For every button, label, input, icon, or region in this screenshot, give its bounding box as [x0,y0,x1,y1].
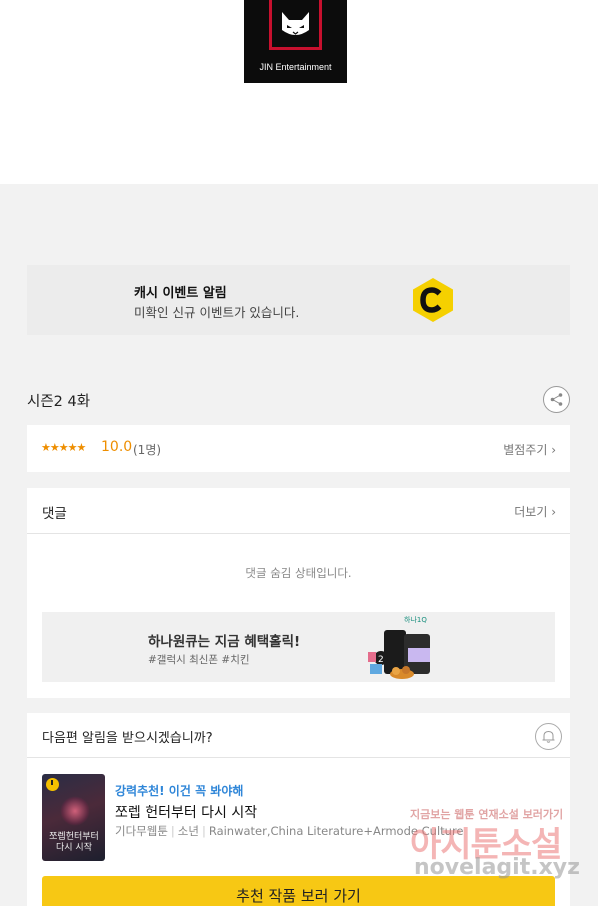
comments-hidden-message: 댓글 숨김 상태입니다. [245,566,352,580]
svg-text:2: 2 [378,655,384,665]
notify-question: 다음편 알림을 받으시겠습니까? [42,731,213,746]
cash-c-icon [413,278,453,322]
wait-free-clock-icon [46,778,59,791]
thumbnail-art [60,796,90,826]
rate-button[interactable]: 별점주기 › [503,441,556,458]
ad-tags: #갤럭시 최신폰 #치킨 [148,654,250,666]
event-title: 캐시 이벤트 알림 [134,286,227,301]
ad-brand-mark: 하나1Q [404,615,427,624]
notify-header: 다음편 알림을 받으시겠습니까? [27,713,570,758]
notify-bell-button[interactable] [535,723,562,750]
rating-stars: ★★★★★ [41,441,86,454]
recommended-work-thumbnail[interactable]: 쪼렙헌터부터 다시 시작 [42,774,105,861]
comments-label: 댓글 [42,506,67,522]
cash-event-banner[interactable]: 캐시 이벤트 알림 미확인 신규 이벤트가 있습니다. [27,265,570,335]
comments-section: 댓글 더보기 › 댓글 숨김 상태입니다. 하나원큐는 지금 혜택홀릭! #갤럭… [27,488,570,698]
top-area: JIN Entertainment [0,0,598,184]
comments-more-link[interactable]: 더보기 › [514,503,556,520]
event-description: 미확인 신규 이벤트가 있습니다. [134,305,300,320]
comments-header: 댓글 더보기 › [27,488,570,534]
publisher-brand: JIN Entertainment [259,62,332,72]
recommended-works-button[interactable]: 추천 작품 보러 가기 [42,876,555,906]
publisher-logo: JIN Entertainment [244,0,347,83]
rating-count: (1명) [133,443,162,457]
share-button[interactable] [543,386,570,413]
recommended-work-title[interactable]: 쪼렙 헌터부터 다시 시작 [115,802,257,822]
thumbnail-title-art: 쪼렙헌터부터 다시 시작 [49,832,99,853]
share-icon [550,393,563,406]
ad-title: 하나원큐는 지금 혜택홀릭! [148,634,301,650]
episode-title: 시즌2 4화 [27,394,91,410]
cat-face-icon [282,12,309,35]
hana-ad-banner[interactable]: 하나원큐는 지금 혜택홀릭! #갤럭시 최신폰 #치킨 하나1Q 2 [42,612,555,682]
rating-score: 10.0 [101,439,133,455]
meta-type: 기다무웹툰 [115,824,168,838]
bell-icon [542,730,555,743]
recommend-label: 강력추천! 이건 꼭 봐야해 [115,784,244,798]
rating-bar: ★★★★★ 10.0 (1명) 별점주기 › [27,425,570,472]
meta-genre: 소년 [177,824,199,838]
watermark-url: novelagit.xyz [414,855,580,880]
ad-product-image: 하나1Q 2 [368,615,430,679]
